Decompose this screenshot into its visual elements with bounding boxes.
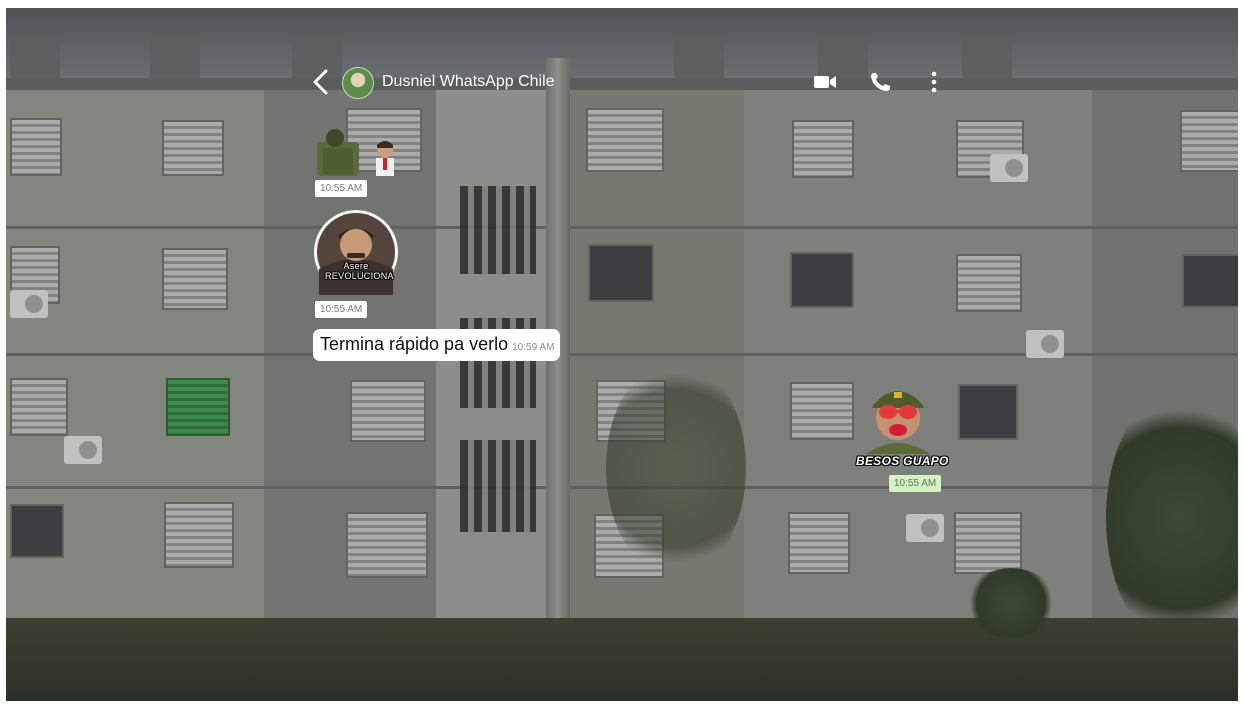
window <box>1182 254 1238 308</box>
air-conditioner <box>64 436 102 464</box>
window <box>954 512 1022 574</box>
message-text: Termina rápido pa verlo <box>320 334 509 354</box>
window <box>166 378 230 436</box>
window <box>958 384 1018 440</box>
voice-call-icon <box>871 73 890 91</box>
text-message-bubble[interactable]: Termina rápido pa verlo 10:59 AM <box>313 329 561 361</box>
chat-wallpaper <box>6 8 1238 701</box>
sticker-message[interactable] <box>313 128 401 176</box>
air-conditioner <box>906 514 944 542</box>
message-time: 10:59 AM <box>512 342 555 353</box>
window <box>346 512 428 578</box>
ground <box>6 618 1238 701</box>
sticker-message[interactable]: Asere REVOLUCIONA <box>313 209 399 295</box>
sticker-caption: BESOS GUAPO <box>856 454 949 468</box>
window <box>162 120 224 176</box>
floor-ledge <box>6 226 1238 229</box>
water-tank <box>962 36 1012 80</box>
message-time: 10:55 AM <box>315 301 368 318</box>
soldier-and-child-sticker <box>317 129 394 176</box>
officer-kiss-sticker <box>866 391 930 454</box>
utility-pole <box>546 58 570 701</box>
ventilation-grille <box>460 440 536 532</box>
video-call-button[interactable] <box>812 70 838 94</box>
air-conditioner <box>1026 330 1064 358</box>
window <box>10 118 62 176</box>
message-time: 10:55 AM <box>315 180 368 197</box>
air-conditioner <box>990 154 1028 182</box>
video-call-icon <box>814 76 836 88</box>
more-options-button[interactable] <box>926 70 942 94</box>
contact-avatar[interactable] <box>342 67 374 99</box>
message-time: 10:55 AM <box>889 475 942 492</box>
window <box>788 512 850 574</box>
window <box>162 248 228 310</box>
bush <box>966 568 1056 638</box>
ventilation-grille <box>460 186 536 274</box>
chat-header: Dusniel WhatsApp Chile <box>310 64 950 104</box>
air-conditioner <box>10 290 48 318</box>
window <box>792 120 854 178</box>
back-arrow-icon <box>313 69 328 95</box>
water-tank <box>150 36 200 80</box>
window <box>790 252 854 308</box>
window <box>956 254 1022 312</box>
voice-call-button[interactable] <box>868 70 894 94</box>
sticker-caption: Asere REVOLUCIONA <box>325 261 394 281</box>
window <box>10 378 68 436</box>
tree <box>606 358 746 578</box>
window <box>790 382 854 440</box>
window <box>350 380 426 442</box>
contact-name[interactable]: Dusniel WhatsApp Chile <box>382 73 555 91</box>
window <box>588 244 654 302</box>
man-portrait-sticker <box>314 210 398 295</box>
more-options-icon <box>931 71 937 93</box>
sticker-message[interactable]: BESOS GUAPO <box>856 378 948 468</box>
window <box>10 504 64 558</box>
window <box>1180 110 1238 172</box>
back-button[interactable] <box>310 68 336 98</box>
water-tank <box>10 36 60 80</box>
window <box>586 108 664 172</box>
window <box>164 502 234 568</box>
